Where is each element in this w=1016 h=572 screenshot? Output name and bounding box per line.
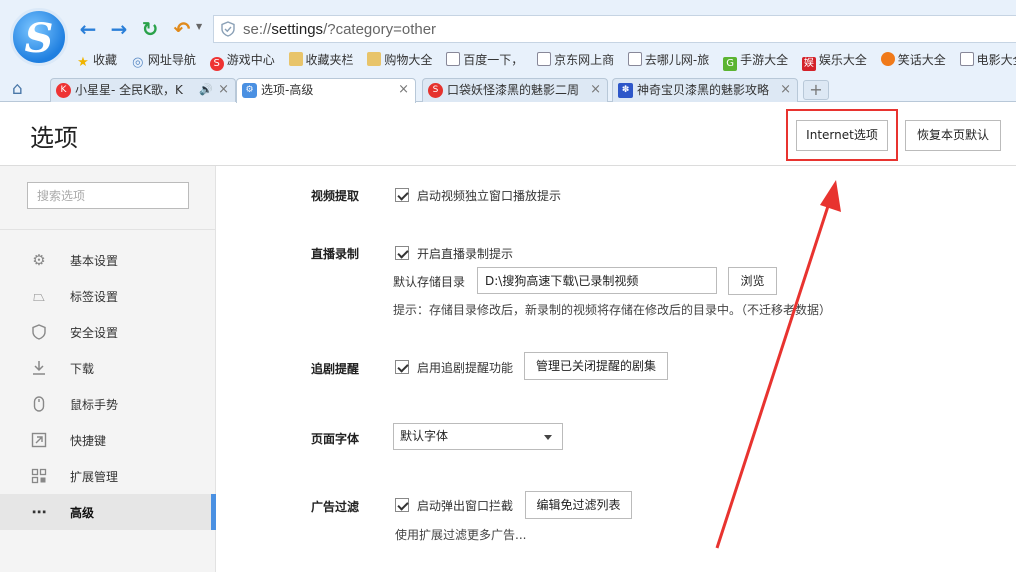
- bookmark-item[interactable]: ★ 收藏: [76, 50, 117, 70]
- refresh-button[interactable]: ↻: [138, 17, 162, 41]
- drama-reminder-checkbox-label: 启用追剧提醒功能: [417, 361, 514, 375]
- bookmark-item[interactable]: G 手游大全: [723, 50, 788, 71]
- close-icon[interactable]: ×: [780, 79, 791, 101]
- save-dir-label: 默认存储目录: [393, 275, 466, 289]
- bookmark-item[interactable]: 购物大全: [367, 50, 432, 70]
- sidebar-item-label: 扩展管理: [70, 470, 119, 484]
- browse-button[interactable]: 浏览: [728, 267, 777, 295]
- sidebar-item-label: 基本设置: [70, 254, 119, 268]
- font-select[interactable]: 默认字体: [393, 423, 563, 450]
- edit-whitelist-button[interactable]: 编辑免过滤列表: [525, 491, 632, 519]
- save-dir-hint: 提示：存储目录修改后，新录制的视频将存储在修改后的目录中。（不迁移老数据）: [393, 303, 832, 317]
- close-icon[interactable]: ×: [398, 79, 409, 101]
- address-bar[interactable]: se://settings/?category=other: [213, 15, 1016, 43]
- bookmark-item[interactable]: S 游戏中心: [209, 50, 275, 71]
- sidebar-item-extensions[interactable]: 扩展管理: [0, 458, 215, 494]
- drama-section-label: 追剧提醒: [311, 362, 360, 376]
- font-section-label: 页面字体: [311, 432, 360, 446]
- sidebar-item-label: 标签设置: [70, 290, 119, 304]
- save-dir-field[interactable]: [477, 267, 717, 294]
- live-section-label: 直播录制: [311, 247, 360, 261]
- sidebar-item-mouse-gestures[interactable]: 鼠标手势: [0, 386, 215, 422]
- karaoke-icon: K: [56, 83, 71, 98]
- sidebar-item-advanced[interactable]: ⋯ 高级: [0, 494, 216, 530]
- video-section-label: 视频提取: [311, 189, 360, 203]
- new-tab-button[interactable]: +: [803, 80, 829, 100]
- shield-icon: [221, 21, 235, 37]
- sidebar-item-label: 安全设置: [70, 326, 119, 340]
- sidebar-item-label: 快捷键: [70, 434, 107, 448]
- video-popout-checkbox[interactable]: [395, 188, 409, 202]
- sidebar-item-shortcuts[interactable]: 快捷键: [0, 422, 215, 458]
- shortcut-icon: [31, 432, 47, 448]
- shield-icon: [32, 324, 46, 340]
- page-title: 选项: [30, 124, 78, 152]
- bookmark-item[interactable]: 百度一下，: [446, 50, 523, 70]
- sidebar: ⚙ 基本设置 ⏢ 标签设置 安全设置 下载 鼠标手势 快捷键: [0, 166, 216, 572]
- chevron-down-icon: [544, 435, 552, 440]
- popup-block-checkbox[interactable]: [395, 498, 409, 512]
- home-icon[interactable]: ⌂: [12, 80, 32, 98]
- url-text[interactable]: se://settings/?category=other: [243, 21, 436, 38]
- browser-logo[interactable]: S: [10, 8, 68, 66]
- video-popout-checkbox-label: 启动视频独立窗口播放提示: [417, 189, 562, 203]
- tab-options-advanced[interactable]: ⚙ 选项-高级 ×: [236, 78, 416, 103]
- sogou-icon: S: [428, 83, 443, 98]
- undo-close-button[interactable]: ↶: [170, 17, 194, 41]
- tab-pokemon-2[interactable]: ✽ 神奇宝贝漆黑的魅影攻略 ×: [612, 78, 798, 102]
- tab-pokemon-1[interactable]: S 口袋妖怪漆黑的魅影二周 ×: [422, 78, 608, 102]
- close-icon[interactable]: ×: [590, 79, 601, 101]
- bookmark-item[interactable]: 去哪儿网-旅: [627, 50, 709, 70]
- adblock-more-link[interactable]: 使用扩展过滤更多广告...: [395, 526, 526, 543]
- tab-icon: ⏢: [32, 287, 45, 305]
- bookmark-item[interactable]: ◎ 网址导航: [131, 50, 196, 70]
- download-icon: [33, 361, 45, 375]
- restore-defaults-button[interactable]: 恢复本页默认: [905, 120, 1001, 151]
- manage-closed-reminders-button[interactable]: 管理已关闭提醒的剧集: [524, 352, 668, 380]
- drama-reminder-checkbox[interactable]: [395, 360, 409, 374]
- popup-block-checkbox-label: 启动弹出窗口拦截: [417, 499, 514, 513]
- baidu-paw-icon: ✽: [618, 83, 633, 98]
- sidebar-item-basic[interactable]: ⚙ 基本设置: [0, 242, 215, 278]
- sidebar-item-label: 鼠标手势: [70, 398, 119, 412]
- more-icon: ⋯: [31, 503, 47, 521]
- bookmark-item[interactable]: 笑话大全: [880, 50, 946, 70]
- speaker-icon[interactable]: 🔊: [199, 79, 213, 101]
- adblock-section-label: 广告过滤: [311, 500, 360, 514]
- sidebar-item-label: 高级: [70, 506, 95, 520]
- bookmark-item[interactable]: 娱娱乐大全: [801, 50, 867, 71]
- browser-chrome: S ← → ↻ ↶ ▼ se://settings/?category=othe…: [0, 0, 1016, 103]
- live-record-checkbox[interactable]: [395, 246, 409, 260]
- tab-strip: ⌂ K 小星星- 全民K歌，K 🔊 × ⚙ 选项-高级 × S 口袋妖怪漆黑的魅…: [0, 76, 1016, 103]
- sidebar-divider: [0, 229, 215, 230]
- chevron-down-icon[interactable]: ▼: [196, 22, 202, 31]
- extensions-icon: [31, 468, 47, 484]
- gear-icon: ⚙: [32, 251, 46, 269]
- bookmark-item[interactable]: 收藏夹栏: [288, 50, 354, 70]
- sidebar-item-security[interactable]: 安全设置: [0, 314, 215, 350]
- sidebar-item-download[interactable]: 下载: [0, 350, 215, 386]
- sidebar-item-tabs[interactable]: ⏢ 标签设置: [0, 278, 215, 314]
- font-select-value: 默认字体: [400, 429, 449, 443]
- live-record-checkbox-label: 开启直播录制提示: [417, 247, 514, 261]
- bookmark-item[interactable]: 电影大全: [959, 50, 1016, 70]
- annotation-highlight-box: [786, 109, 898, 161]
- mouse-icon: [33, 396, 45, 412]
- gear-icon: ⚙: [242, 83, 257, 98]
- close-icon[interactable]: ×: [218, 79, 229, 101]
- forward-button[interactable]: →: [107, 17, 131, 41]
- search-input[interactable]: [27, 182, 189, 209]
- sidebar-item-label: 下载: [70, 362, 95, 376]
- bookmark-item[interactable]: 京东网上商: [537, 50, 614, 70]
- bookmarks-bar: ★ 收藏 ◎ 网址导航 S 游戏中心 收藏夹栏 购物大全 百度一下， 京东网上商 去哪…: [76, 50, 1016, 71]
- tab-karaoke[interactable]: K 小星星- 全民K歌，K 🔊 ×: [50, 78, 236, 102]
- back-button[interactable]: ←: [76, 17, 100, 41]
